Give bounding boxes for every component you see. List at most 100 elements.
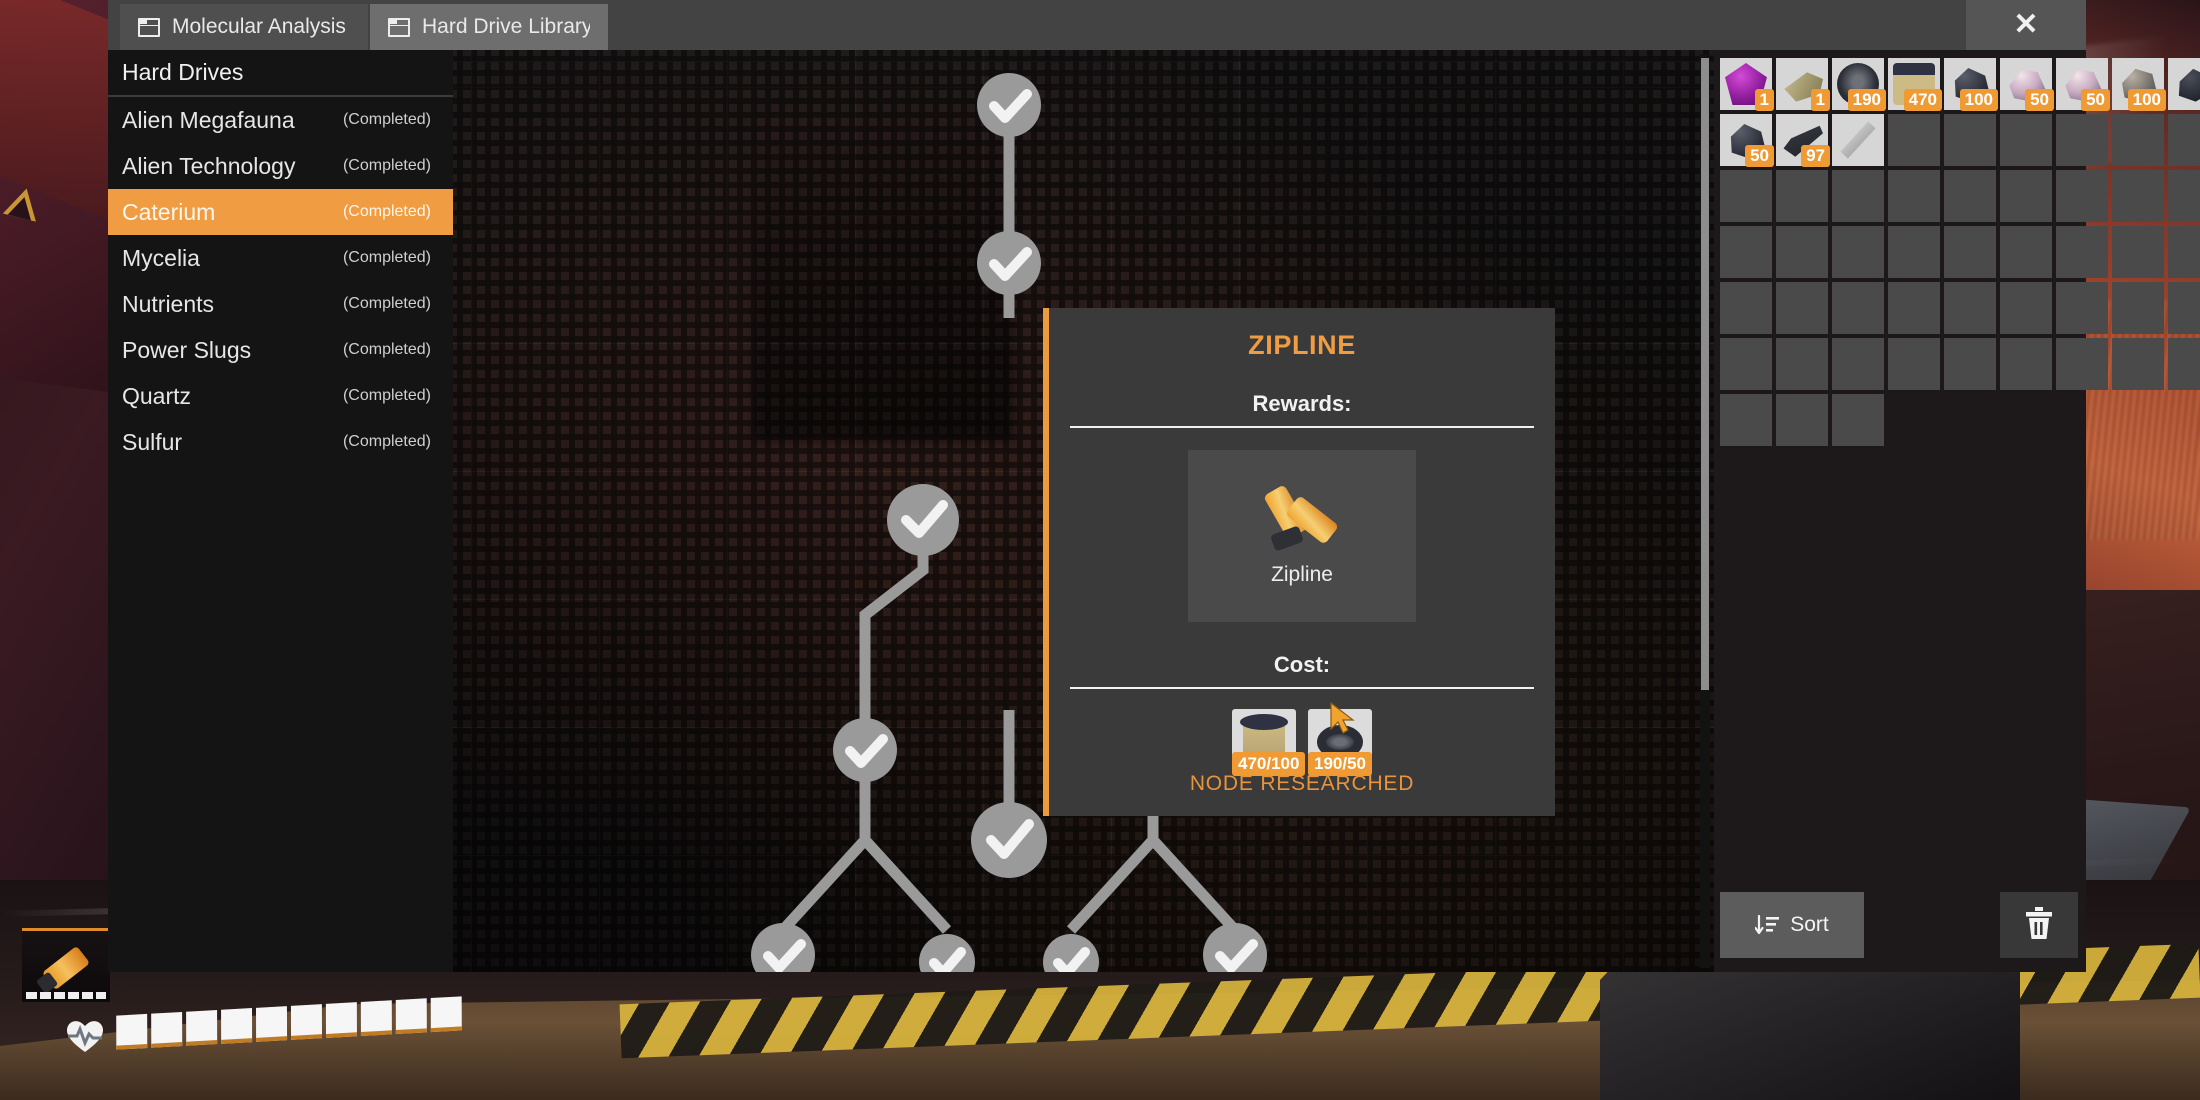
hotbar-slot[interactable] — [151, 1011, 183, 1048]
sidebar-item-mycelia[interactable]: Mycelia (Completed) — [108, 235, 453, 281]
sulfur-icon — [2178, 68, 2200, 102]
inventory-slot[interactable]: 97 — [1776, 114, 1830, 167]
tree-scrollbar[interactable] — [1700, 54, 1710, 968]
inventory-slot[interactable] — [2056, 338, 2108, 390]
tab-label: Molecular Analysis Mā — [172, 15, 350, 38]
sidebar-item-alien-megafauna[interactable]: Alien Megafauna (Completed) — [108, 97, 453, 143]
equipped-item-card[interactable] — [22, 928, 110, 1002]
inventory-slot[interactable] — [1944, 338, 1996, 390]
sort-button[interactable]: Sort — [1720, 892, 1864, 958]
inventory-slot[interactable] — [2168, 338, 2200, 390]
inventory-slot[interactable] — [1944, 282, 1996, 334]
inventory-slot[interactable]: 1 — [1720, 58, 1774, 111]
inventory-slot[interactable] — [1888, 282, 1940, 334]
rewards-label: Rewards: — [1252, 391, 1352, 416]
inventory-slot[interactable] — [1776, 226, 1828, 278]
inventory-slot[interactable] — [1832, 226, 1884, 278]
reward-item-card[interactable]: Zipline — [1188, 450, 1416, 622]
tree-scrollbar-thumb[interactable] — [1701, 58, 1709, 690]
inventory-slot[interactable] — [2000, 282, 2052, 334]
inventory-slot[interactable] — [1944, 170, 1996, 222]
inventory-slot[interactable] — [2112, 226, 2164, 278]
inventory-slot[interactable]: 1 — [1776, 58, 1830, 111]
tab-molecular-analysis-machine[interactable]: Molecular Analysis Mā — [120, 4, 368, 50]
inventory-slot[interactable] — [1832, 114, 1884, 166]
hotbar-slot[interactable] — [255, 1006, 288, 1042]
inventory-slot[interactable]: 50 — [1720, 114, 1774, 167]
inventory-slot[interactable] — [1720, 226, 1772, 278]
inventory-slot[interactable] — [2056, 114, 2108, 166]
hotbar-slot[interactable] — [430, 996, 462, 1033]
inventory-slot[interactable] — [2000, 114, 2052, 166]
inventory-slot[interactable] — [2168, 282, 2200, 334]
inventory-slot[interactable] — [1888, 114, 1940, 166]
inventory-slot[interactable] — [1888, 170, 1940, 222]
sidebar-item-label: Alien Technology — [122, 152, 296, 179]
inventory-slot[interactable] — [1832, 394, 1884, 446]
inventory-slot[interactable] — [1944, 114, 1996, 166]
sidebar-item-quartz[interactable]: Quartz (Completed) — [108, 373, 453, 419]
hotbar-slot[interactable] — [325, 1002, 357, 1038]
research-tree-canvas[interactable]: ZIPLINE Rewards: Zipline Cost: 470/100 1… — [453, 50, 1714, 972]
inventory-slot[interactable] — [2112, 114, 2164, 166]
inventory-slot[interactable] — [1776, 282, 1828, 334]
inventory-slot[interactable] — [1944, 226, 1996, 278]
tab-hard-drive-library[interactable]: Hard Drive Library — [370, 4, 608, 50]
inventory-slot[interactable] — [1720, 394, 1772, 446]
hard-drives-sidebar: Hard Drives Alien Megafauna (Completed) … — [108, 50, 453, 972]
trash-button[interactable] — [2000, 892, 2078, 958]
inventory-slot[interactable] — [1832, 338, 1884, 390]
cost-item-wire[interactable]: 470/100 — [1232, 709, 1306, 776]
inventory-slot[interactable] — [1776, 338, 1828, 390]
sidebar-item-sulfur[interactable]: Sulfur (Completed) — [108, 419, 453, 465]
inventory-slot[interactable]: 100 — [1944, 58, 1998, 111]
hotbar-slot[interactable] — [221, 1008, 253, 1044]
hotbar-slot[interactable] — [116, 1013, 148, 1050]
hotbar-slot[interactable] — [360, 1000, 392, 1037]
cost-item-cable[interactable]: 190/50 — [1308, 709, 1372, 776]
item-count: 50 — [2081, 88, 2110, 111]
inventory-slot[interactable] — [2112, 338, 2164, 390]
inventory-slot[interactable] — [1832, 282, 1884, 334]
inventory-slot[interactable] — [2112, 170, 2164, 222]
inventory-slot[interactable] — [1776, 170, 1828, 222]
hotbar-slot[interactable] — [186, 1009, 218, 1046]
inventory-slot[interactable] — [2168, 226, 2200, 278]
inventory-slot[interactable] — [1720, 338, 1772, 390]
node-title: ZIPLINE — [1248, 330, 1356, 360]
inventory-slot[interactable] — [2056, 226, 2108, 278]
inventory-slot[interactable] — [2000, 226, 2052, 278]
inventory-slot[interactable] — [1832, 170, 1884, 222]
sidebar-item-alien-technology[interactable]: Alien Technology (Completed) — [108, 143, 453, 189]
hotbar-slot[interactable] — [395, 998, 427, 1035]
inventory-slot[interactable]: 470 — [1888, 58, 1942, 111]
inventory-slot[interactable] — [2000, 338, 2052, 390]
inventory-slot[interactable] — [2056, 170, 2108, 222]
inventory-slot[interactable] — [1888, 226, 1940, 278]
sidebar-item-power-slugs[interactable]: Power Slugs (Completed) — [108, 327, 453, 373]
inventory-slot[interactable] — [1720, 282, 1772, 334]
sidebar-item-status: (Completed) — [342, 387, 431, 404]
hotbar[interactable] — [116, 996, 462, 1050]
close-button[interactable]: ✕ — [1966, 0, 2086, 50]
hotbar-slot[interactable] — [290, 1004, 323, 1040]
inventory-slot[interactable] — [2168, 114, 2200, 166]
inventory-slot[interactable]: 100 — [2112, 58, 2166, 111]
sidebar-item-status: (Completed) — [342, 341, 431, 358]
sidebar-item-nutrients[interactable]: Nutrients (Completed) — [108, 281, 453, 327]
blade-runners-icon — [1840, 121, 1876, 159]
sidebar-item-caterium[interactable]: Caterium (Completed) — [108, 189, 453, 235]
inventory-slot[interactable] — [2168, 170, 2200, 222]
inventory-slot[interactable]: 1 — [2168, 58, 2200, 110]
inventory-slot[interactable] — [1776, 394, 1828, 446]
sidebar-item-label: Quartz — [122, 382, 192, 409]
inventory-slot[interactable] — [1720, 170, 1772, 222]
inventory-slot[interactable]: 190 — [1832, 58, 1886, 111]
inventory-slot[interactable]: 50 — [2056, 58, 2110, 111]
inventory-slot[interactable] — [2056, 282, 2108, 334]
heartbeat-icon — [64, 1016, 106, 1054]
inventory-slot[interactable] — [2112, 282, 2164, 334]
inventory-slot[interactable] — [1888, 338, 1940, 390]
inventory-slot[interactable]: 50 — [2000, 58, 2054, 111]
inventory-slot[interactable] — [2000, 170, 2052, 222]
